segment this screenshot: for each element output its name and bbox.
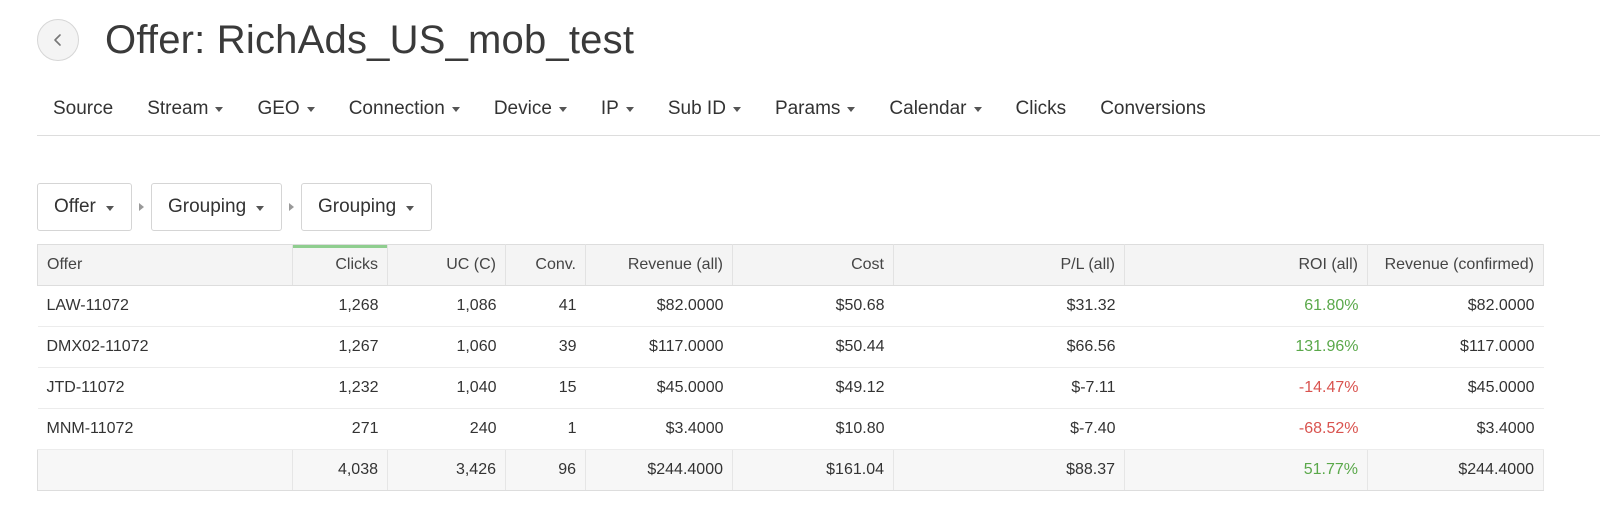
cell-revenue-all: $45.0000 [585,367,733,409]
cell-roi: 61.80% [1124,285,1368,327]
cell-clicks: 271 [292,408,388,450]
total-revenue-confirmed: $244.4000 [1367,449,1544,491]
cell-revenue-all: $3.4000 [585,408,733,450]
grouping-bar: Offer Grouping Grouping [37,182,432,232]
cell-revenue-all: $82.0000 [585,285,733,327]
cell-offer[interactable]: MNM-11072 [37,408,293,450]
nav-item-clicks[interactable]: Clicks [999,98,1084,120]
report-table-wrapper: Offer Clicks UC (C) Conv. Revenue (all) … [37,244,1600,491]
cell-offer[interactable]: DMX02-11072 [37,326,293,368]
cell-uc: 240 [387,408,506,450]
caret-down-icon [847,107,856,112]
cell-roi: 131.96% [1124,326,1368,368]
total-conv: 96 [505,449,586,491]
nav-item-sub-id[interactable]: Sub ID [651,98,758,120]
caret-down-icon [625,107,634,112]
total-cost: $161.04 [732,449,894,491]
caret-down-icon [558,107,567,112]
chevron-left-icon [54,34,61,46]
column-header-roi-all[interactable]: ROI (all) [1124,244,1368,286]
column-header-uc[interactable]: UC (C) [387,244,506,286]
cell-pl: $-7.11 [893,367,1125,409]
page-header: Offer: RichAds_US_mob_test [37,18,634,62]
caret-down-icon [732,107,741,112]
column-header-conv[interactable]: Conv. [505,244,586,286]
cell-cost: $10.80 [732,408,894,450]
cell-uc: 1,086 [387,285,506,327]
cell-conv: 1 [505,408,586,450]
cell-pl: $-7.40 [893,408,1125,450]
column-header-revenue-all[interactable]: Revenue (all) [585,244,733,286]
table-row[interactable]: JTD-11072 1,232 1,040 15 $45.0000 $49.12… [37,367,1544,409]
nav-item-calendar[interactable]: Calendar [872,98,998,120]
table-row[interactable]: DMX02-11072 1,267 1,060 39 $117.0000 $50… [37,326,1544,368]
cell-cost: $50.44 [732,326,894,368]
cell-clicks: 1,268 [292,285,388,327]
table-header-row: Offer Clicks UC (C) Conv. Revenue (all) … [37,244,1544,286]
nav-item-source[interactable]: Source [37,98,130,120]
caret-down-icon [256,205,265,211]
group-by-offer-dropdown[interactable]: Offer [37,183,132,231]
column-header-pl-all[interactable]: P/L (all) [893,244,1125,286]
column-header-cost[interactable]: Cost [732,244,894,286]
nav-item-ip[interactable]: IP [584,98,651,120]
nav-item-conversions[interactable]: Conversions [1083,98,1223,120]
cell-cost: $50.68 [732,285,894,327]
cell-revenue-confirmed: $117.0000 [1367,326,1544,368]
cell-offer[interactable]: LAW-11072 [37,285,293,327]
cell-roi: -68.52% [1124,408,1368,450]
cell-clicks: 1,267 [292,326,388,368]
cell-uc: 1,060 [387,326,506,368]
cell-pl: $31.32 [893,285,1125,327]
caret-down-icon [215,107,224,112]
caret-down-icon [451,107,460,112]
cell-cost: $49.12 [732,367,894,409]
cell-uc: 1,040 [387,367,506,409]
grouping-dropdown-1[interactable]: Grouping [151,183,282,231]
table-row[interactable]: MNM-11072 271 240 1 $3.4000 $10.80 $-7.4… [37,408,1544,450]
report-nav: Source Stream GEO Connection Device IP S… [37,82,1600,136]
cell-revenue-confirmed: $3.4000 [1367,408,1544,450]
nav-item-params[interactable]: Params [758,98,872,120]
cell-revenue-all: $117.0000 [585,326,733,368]
column-header-clicks[interactable]: Clicks [292,244,388,286]
caret-down-icon [406,205,415,211]
cell-offer[interactable]: JTD-11072 [37,367,293,409]
nav-item-device[interactable]: Device [477,98,584,120]
nav-item-stream[interactable]: Stream [130,98,240,120]
total-uc: 3,426 [387,449,506,491]
total-offer [37,449,293,491]
total-roi: 51.77% [1124,449,1368,491]
cell-revenue-confirmed: $82.0000 [1367,285,1544,327]
total-pl: $88.37 [893,449,1125,491]
cell-conv: 39 [505,326,586,368]
total-clicks: 4,038 [292,449,388,491]
grouping-dropdown-2[interactable]: Grouping [301,183,432,231]
column-header-revenue-confirmed[interactable]: Revenue (confirmed) [1367,244,1544,286]
caret-down-icon [306,107,315,112]
cell-roi: -14.47% [1124,367,1368,409]
cell-clicks: 1,232 [292,367,388,409]
caret-down-icon [105,205,114,211]
back-button[interactable] [37,19,79,61]
table-totals-row: 4,038 3,426 96 $244.4000 $161.04 $88.37 … [37,449,1544,491]
cell-conv: 41 [505,285,586,327]
caret-down-icon [973,107,982,112]
cell-pl: $66.56 [893,326,1125,368]
report-table: Offer Clicks UC (C) Conv. Revenue (all) … [37,244,1544,491]
cell-revenue-confirmed: $45.0000 [1367,367,1544,409]
nav-item-geo[interactable]: GEO [240,98,331,120]
total-revenue-all: $244.4000 [585,449,733,491]
table-row[interactable]: LAW-11072 1,268 1,086 41 $82.0000 $50.68… [37,285,1544,327]
column-header-offer[interactable]: Offer [37,244,293,286]
chevron-right-icon [139,203,144,211]
chevron-right-icon [289,203,294,211]
page-title: Offer: RichAds_US_mob_test [105,17,635,62]
nav-item-connection[interactable]: Connection [332,98,477,120]
cell-conv: 15 [505,367,586,409]
